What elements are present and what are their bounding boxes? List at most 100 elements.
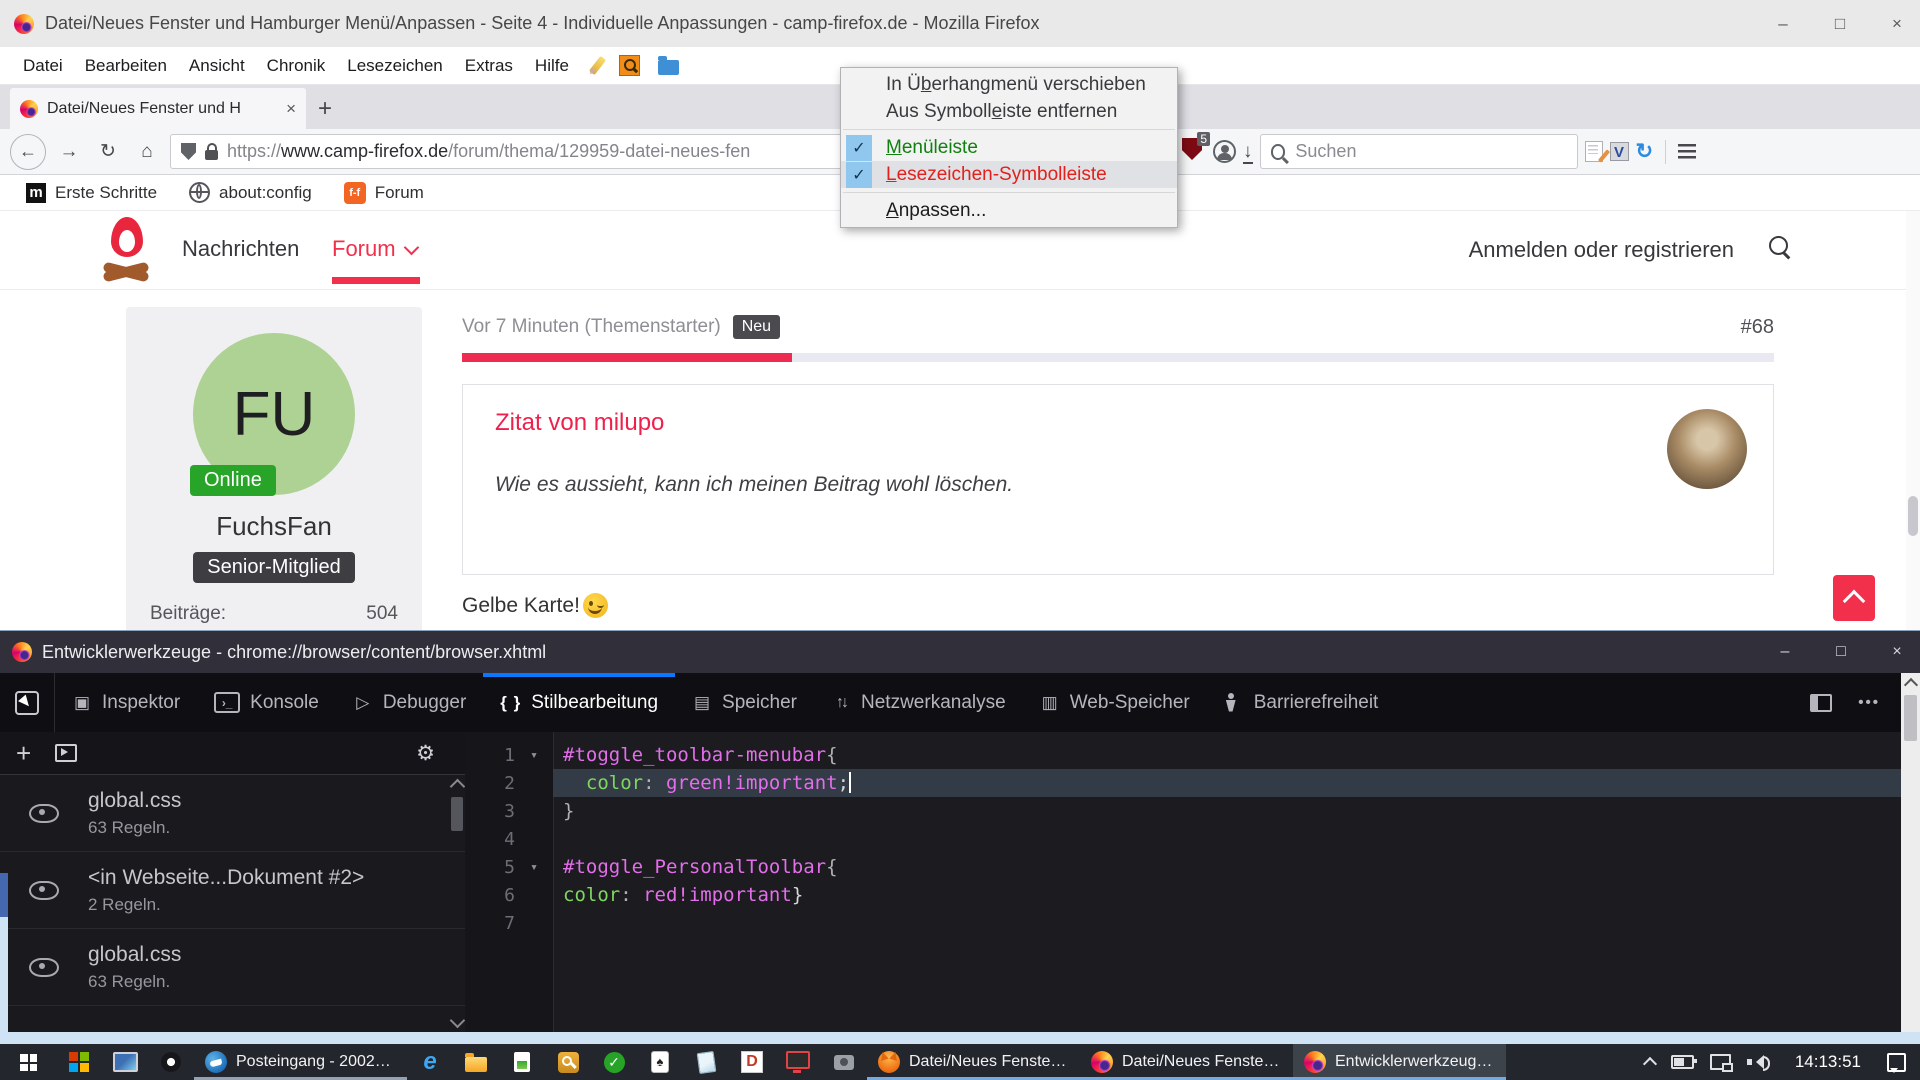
context-menu-item[interactable]: In Überhangmenü verschieben [841, 71, 1177, 98]
context-menu-item[interactable]: ✓Menüleiste [841, 134, 1177, 161]
scrollbar-thumb[interactable] [1908, 496, 1918, 536]
keepass-taskbar-icon[interactable] [545, 1044, 591, 1080]
fold-arrow-icon[interactable]: ▾ [515, 860, 553, 875]
account-icon[interactable] [1213, 140, 1236, 163]
pencil-icon[interactable] [589, 56, 606, 75]
gear-icon[interactable]: ⚙ [416, 741, 435, 766]
check-taskbar-icon[interactable]: ✓ [591, 1044, 637, 1080]
menubar-item-datei[interactable]: Datei [12, 56, 74, 76]
pick-element-button[interactable] [0, 673, 55, 732]
tab-speicher[interactable]: ▤Speicher [675, 673, 814, 732]
devtools-close-button[interactable]: × [1874, 631, 1920, 673]
scroll-to-top-button[interactable] [1833, 575, 1875, 621]
v-extension-icon[interactable]: V [1610, 142, 1629, 161]
colorgrid-taskbar-icon[interactable] [56, 1044, 102, 1080]
tab-konsole[interactable]: ›_Konsole [197, 673, 336, 732]
notes-taskbar-icon[interactable] [499, 1044, 545, 1080]
clock[interactable]: 14:13:51 [1795, 1052, 1861, 1072]
download-icon[interactable]: ↓ [1243, 142, 1253, 161]
taskbar-task-button[interactable]: Entwicklerwerkzeuge ... [1293, 1044, 1506, 1080]
new-stylesheet-button[interactable]: + [16, 740, 31, 766]
tab-stilbearbeitung[interactable]: { }Stilbearbeitung [483, 673, 675, 732]
tray-expand-icon[interactable] [1643, 1056, 1657, 1070]
scroll-up-arrow-icon[interactable] [1904, 678, 1918, 692]
tracking-shield-icon[interactable] [181, 143, 196, 160]
stylesheet-item[interactable]: <in Webseite...Dokument #2>2 Regeln. [0, 852, 465, 929]
post-timestamp[interactable]: Vor 7 Minuten (Themenstarter) [462, 316, 721, 338]
tab-debugger[interactable]: ▷Debugger [336, 673, 483, 732]
maximize-button[interactable]: □ [1817, 0, 1863, 47]
code-line[interactable]: 5▾#toggle_PersonalToolbar{ [465, 853, 1920, 881]
campfire-logo-icon[interactable] [98, 217, 156, 281]
edge-taskbar-icon[interactable]: e [407, 1044, 453, 1080]
lock-icon[interactable] [205, 150, 218, 160]
taskbar-task-button[interactable]: Datei/Neues Fenster u... [1080, 1044, 1293, 1080]
quoted-user-avatar[interactable] [1667, 409, 1747, 489]
meatball-menu-icon[interactable]: ••• [1858, 694, 1880, 711]
ublock-button[interactable]: 5 [1182, 138, 1202, 165]
opera-taskbar-icon[interactable] [148, 1044, 194, 1080]
taskbar-task-button[interactable]: Datei/Neues Fenster u... [867, 1044, 1080, 1080]
new-tab-button[interactable]: + [306, 88, 344, 129]
code-line[interactable]: 2 color: green!important; [465, 769, 1920, 797]
nav-nachrichten[interactable]: Nachrichten [182, 236, 299, 262]
folder-icon[interactable] [658, 60, 679, 75]
dlang-taskbar-icon[interactable]: D [729, 1044, 775, 1080]
eye-toggle[interactable] [0, 958, 88, 977]
stylesheet-item[interactable]: global.css63 Regeln. [0, 775, 465, 852]
redpc-taskbar-icon[interactable] [775, 1044, 821, 1080]
nav-forum[interactable]: Forum [332, 236, 417, 262]
menubar-item-extras[interactable]: Extras [454, 56, 524, 76]
fold-arrow-icon[interactable]: ▾ [515, 748, 553, 763]
quote-title[interactable]: Zitat von milupo [495, 409, 1741, 437]
start-button[interactable] [0, 1044, 56, 1080]
code-line[interactable]: 6color: red!important} [465, 881, 1920, 909]
sidebar-scrollbar-thumb[interactable] [451, 797, 463, 831]
hamburger-menu-icon[interactable] [1678, 144, 1696, 159]
stylesheet-item[interactable]: global.css [0, 1006, 465, 1032]
bookmark-item[interactable]: mErste Schritte [26, 182, 157, 204]
camera-taskbar-icon[interactable] [821, 1044, 867, 1080]
tab-netzwerkanalyse[interactable]: ↑↓Netzwerkanalyse [814, 673, 1023, 732]
taskbar-task-button[interactable]: Posteingang - 2002An... [194, 1044, 407, 1080]
menubar-item-ansicht[interactable]: Ansicht [178, 56, 256, 76]
code-line[interactable]: 1▾#toggle_toolbar-menubar{ [465, 741, 1920, 769]
eye-toggle[interactable] [0, 804, 88, 823]
menubar-item-bearbeiten[interactable]: Bearbeiten [74, 56, 178, 76]
code-line[interactable]: 3} [465, 797, 1920, 825]
code-line[interactable]: 4 [465, 825, 1920, 853]
page-scrollbar[interactable] [1906, 211, 1920, 630]
scroll-down-arrow-icon[interactable] [450, 1013, 465, 1029]
code-line[interactable]: 7 [465, 909, 1920, 937]
reload-button[interactable]: ↻ [92, 140, 124, 163]
forward-button[interactable]: → [53, 141, 85, 163]
tab-close-icon[interactable]: × [286, 99, 296, 119]
username[interactable]: FuchsFan [126, 511, 422, 542]
devtools-maximize-button[interactable]: □ [1818, 631, 1864, 673]
network-icon[interactable] [1710, 1054, 1731, 1070]
tab-web-speicher[interactable]: ▥Web-Speicher [1023, 673, 1207, 732]
signin-link[interactable]: Anmelden oder registrieren [1469, 237, 1734, 263]
site-search-icon[interactable] [1769, 236, 1788, 255]
context-menu-item[interactable]: Aus Symbolleiste entfernen [841, 98, 1177, 125]
titlebar[interactable]: Datei/Neues Fenster und Hamburger Menü/A… [0, 0, 1920, 47]
tab-active[interactable]: Datei/Neues Fenster und H × [10, 88, 306, 129]
back-button[interactable]: ← [10, 134, 46, 170]
bookmark-item[interactable]: about:config [189, 182, 312, 204]
speaker-icon[interactable] [1747, 1055, 1769, 1069]
tab-inspektor[interactable]: ▣Inspektor [55, 673, 197, 732]
devtools-titlebar[interactable]: Entwicklerwerkzeuge - chrome://browser/c… [0, 631, 1920, 673]
battery-icon[interactable] [1671, 1055, 1694, 1069]
devtools-scrollbar[interactable] [1901, 673, 1920, 1032]
search-bar[interactable] [1260, 134, 1578, 169]
minimize-button[interactable]: – [1760, 0, 1806, 47]
menubar-item-hilfe[interactable]: Hilfe [524, 56, 580, 76]
css-source-editor[interactable]: 1▾#toggle_toolbar-menubar{2 color: green… [465, 732, 1920, 1032]
action-center-icon[interactable] [1887, 1053, 1906, 1072]
scroll-up-arrow-icon[interactable] [450, 779, 465, 795]
context-menu-item[interactable]: ✓Lesezeichen-Symbolleiste [841, 161, 1177, 188]
sync-icon[interactable]: ↻ [1636, 141, 1654, 162]
eye-toggle[interactable] [0, 881, 88, 900]
devtools-minimize-button[interactable]: – [1762, 631, 1808, 673]
quick-search-icon[interactable] [619, 55, 640, 76]
